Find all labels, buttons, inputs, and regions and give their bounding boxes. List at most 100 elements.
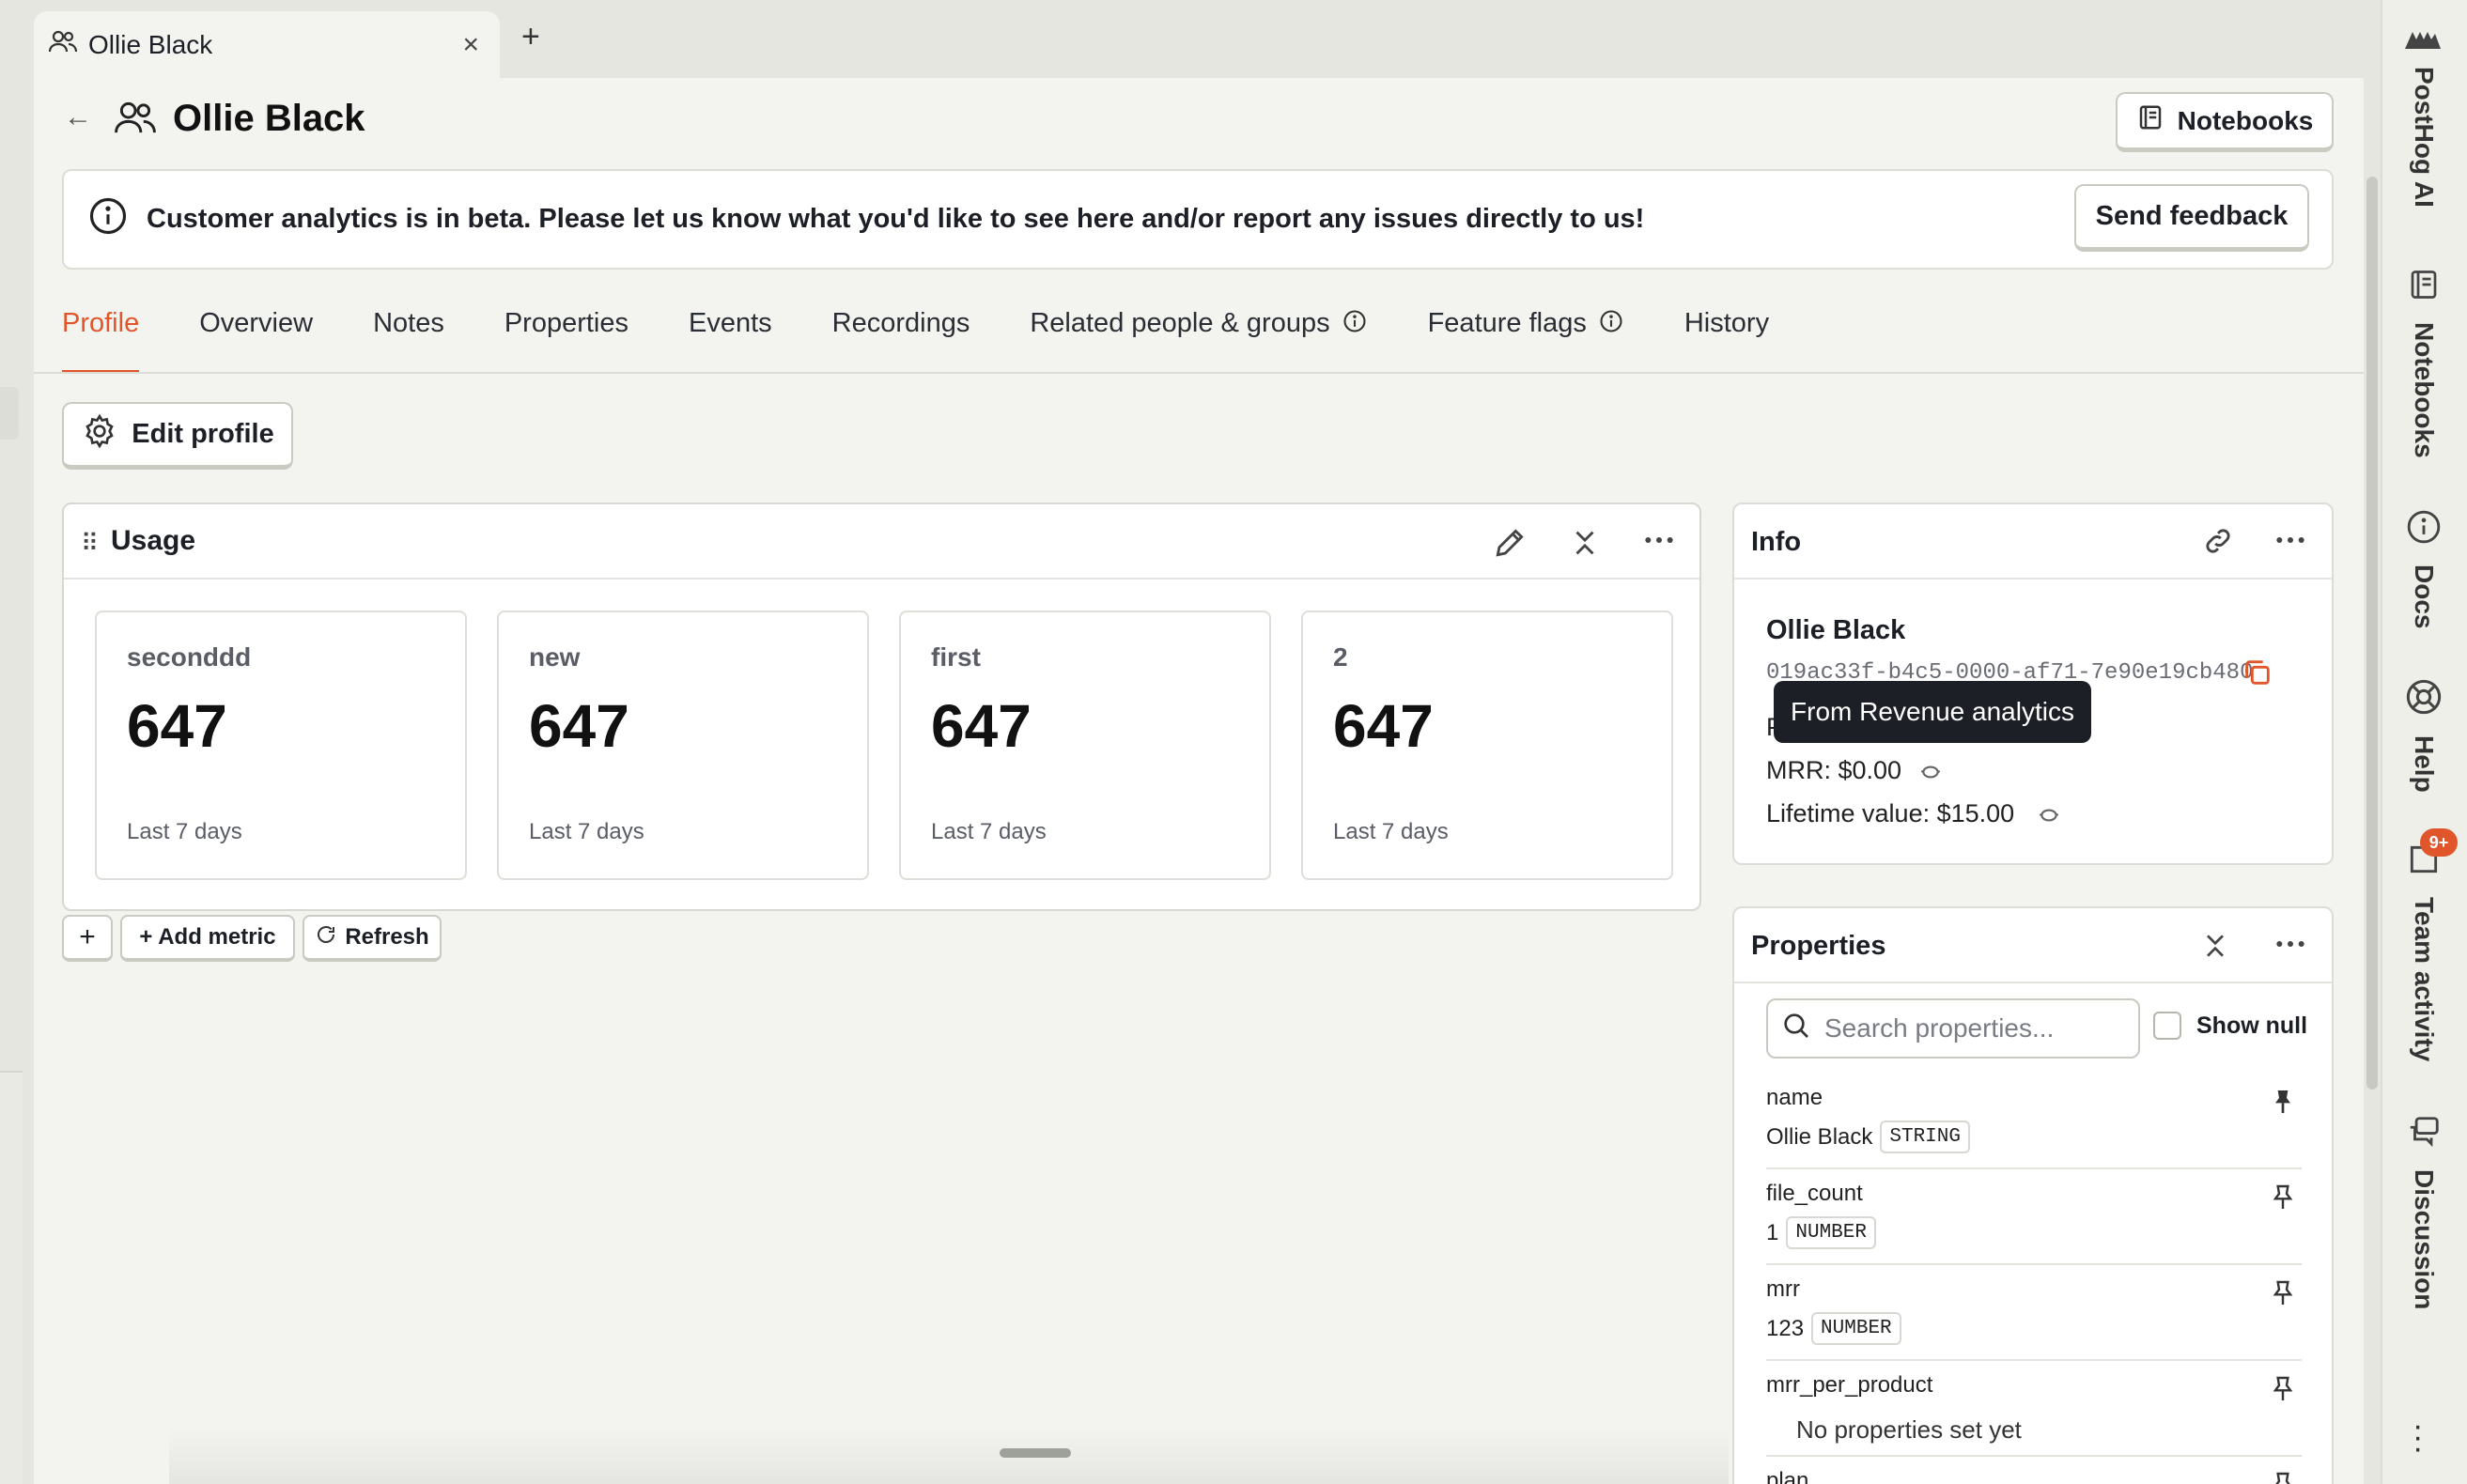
bottom-drag-handle[interactable]: [1000, 1448, 1071, 1458]
refresh-button[interactable]: Refresh: [303, 915, 442, 962]
sidebar-label: Discussion: [2410, 1169, 2439, 1310]
show-null-checkbox[interactable]: [2153, 1012, 2181, 1040]
lifebuoy-icon: [2405, 678, 2443, 720]
properties-card-header: Properties: [1734, 908, 2332, 983]
close-tab-icon[interactable]: ×: [462, 29, 479, 61]
tab-overview[interactable]: Overview: [199, 308, 313, 374]
info-icon[interactable]: [1342, 308, 1368, 342]
pin-icon[interactable]: [2268, 1374, 2298, 1409]
notebooks-button[interactable]: Notebooks: [2116, 92, 2334, 152]
back-button[interactable]: ←: [64, 101, 92, 133]
profile-tabs: Profile Overview Notes Properties Events…: [62, 308, 1829, 374]
info-icon: [2406, 509, 2442, 549]
no-properties-text: No properties set yet: [1796, 1415, 2022, 1444]
property-key: mrr: [1766, 1276, 1800, 1302]
metric-period: Last 7 days: [127, 819, 242, 844]
tab-title: Ollie Black: [88, 29, 213, 59]
tab-profile[interactable]: Profile: [62, 308, 140, 374]
add-button[interactable]: +: [62, 915, 113, 962]
copy-icon[interactable]: [2242, 657, 2273, 693]
tab-label: History: [1683, 308, 1770, 338]
sidebar-label: PostHog AI: [2410, 67, 2439, 208]
sidebar-more-icon[interactable]: · · ·: [2413, 1410, 2423, 1464]
new-tab-button[interactable]: +: [521, 19, 540, 55]
more-options-icon[interactable]: [2272, 925, 2309, 967]
beta-banner: Customer analytics is in beta. Please le…: [62, 169, 2334, 270]
tab-events[interactable]: Events: [689, 308, 772, 374]
property-value-text: 123: [1766, 1315, 1805, 1341]
type-badge: STRING: [1880, 1121, 1970, 1153]
pin-icon[interactable]: [2268, 1470, 2298, 1484]
sidebar-label: Notebooks: [2410, 322, 2439, 458]
pencil-icon[interactable]: [1492, 525, 1528, 569]
property-value[interactable]: 1 NUMBER: [1766, 1216, 1876, 1249]
left-nav-stub[interactable]: [0, 387, 19, 440]
collapse-icon[interactable]: [2200, 929, 2230, 967]
property-value[interactable]: Ollie Black STRING: [1766, 1121, 1970, 1153]
usage-card-header: ⠿ Usage: [64, 504, 1699, 580]
tab-feature-flags[interactable]: Feature flags: [1428, 308, 1624, 374]
sidebar-label: Docs: [2410, 564, 2439, 629]
metric-name: 2: [1333, 642, 1348, 672]
info-icon: [88, 196, 128, 243]
pin-icon[interactable]: [2268, 1183, 2298, 1217]
notebook-icon: [2407, 267, 2441, 307]
send-feedback-button[interactable]: Send feedback: [2074, 184, 2309, 252]
edit-profile-label: Edit profile: [132, 419, 274, 449]
link-icon[interactable]: [2202, 525, 2234, 562]
tab-history[interactable]: History: [1684, 308, 1769, 374]
more-options-icon[interactable]: [1640, 521, 1678, 567]
sidebar-item-docs[interactable]: Docs: [2381, 509, 2467, 628]
info-icon[interactable]: [1598, 308, 1624, 342]
tab-label: Recordings: [831, 308, 970, 338]
info-card-header: Info: [1734, 504, 2332, 580]
more-options-icon[interactable]: [2272, 521, 2309, 564]
notification-badge: 9+: [2420, 828, 2458, 857]
properties-card: Properties Search properties... Show nul…: [1732, 906, 2334, 1484]
add-metric-button[interactable]: + Add metric: [120, 915, 295, 962]
metric-name: seconddd: [127, 642, 252, 672]
search-properties-input[interactable]: Search properties...: [1766, 998, 2140, 1059]
sidebar-item-help[interactable]: Help: [2381, 678, 2467, 793]
scrollbar-thumb[interactable]: [2366, 177, 2378, 1090]
usage-card: ⠿ Usage seconddd 647 Last 7 days new 647…: [62, 502, 1701, 911]
show-null-toggle[interactable]: Show null: [2153, 1012, 2307, 1040]
sidebar-item-discussion[interactable]: Discussion: [2381, 1114, 2467, 1309]
metric-period: Last 7 days: [931, 819, 1047, 844]
property-key: mrr_per_product: [1766, 1372, 1933, 1398]
search-placeholder: Search properties...: [1824, 1013, 2055, 1043]
tab-properties[interactable]: Properties: [504, 308, 628, 374]
tab-ollie-black[interactable]: Ollie Black ×: [34, 11, 500, 78]
metric-card[interactable]: first 647 Last 7 days: [899, 611, 1271, 880]
collapse-icon[interactable]: [1569, 525, 1601, 569]
metric-card[interactable]: new 647 Last 7 days: [497, 611, 869, 880]
sidebar-label: Help: [2410, 735, 2439, 793]
property-value[interactable]: 123 NUMBER: [1766, 1312, 1901, 1345]
property-row: name Ollie Black STRING: [1766, 1074, 2302, 1169]
tab-recordings[interactable]: Recordings: [832, 308, 970, 374]
pin-icon[interactable]: [2268, 1278, 2298, 1313]
revenue-analytics-icon[interactable]: [2037, 803, 2061, 832]
drag-handle-icon[interactable]: ⠿: [81, 529, 99, 558]
hedgehog-icon: [2403, 26, 2444, 57]
edit-profile-button[interactable]: Edit profile: [62, 402, 293, 470]
metric-value: 647: [931, 692, 1032, 760]
metric-period: Last 7 days: [529, 819, 644, 844]
property-key: file_count: [1766, 1181, 1863, 1206]
pin-filled-icon[interactable]: [2268, 1087, 2298, 1121]
tab-label: Overview: [199, 308, 314, 338]
tab-notes[interactable]: Notes: [373, 308, 444, 374]
sidebar-item-team-activity[interactable]: Team activity: [2381, 842, 2467, 1061]
banner-message: Customer analytics is in beta. Please le…: [147, 204, 1645, 234]
tab-related-people-groups[interactable]: Related people & groups: [1030, 308, 1367, 374]
metric-value: 647: [127, 692, 227, 760]
sidebar-item-posthog-ai[interactable]: PostHog AI: [2381, 26, 2467, 208]
sidebar-item-notebooks[interactable]: Notebooks: [2381, 267, 2467, 458]
metric-card[interactable]: 2 647 Last 7 days: [1301, 611, 1673, 880]
metric-period: Last 7 days: [1333, 819, 1449, 844]
revenue-analytics-icon[interactable]: [1918, 760, 1943, 789]
property-row: file_count 1 NUMBER: [1766, 1169, 2302, 1265]
metric-card[interactable]: seconddd 647 Last 7 days: [95, 611, 467, 880]
property-row: mrr_per_product No properties set yet: [1766, 1361, 2302, 1457]
property-value-text: Ollie Black: [1766, 1123, 1873, 1150]
